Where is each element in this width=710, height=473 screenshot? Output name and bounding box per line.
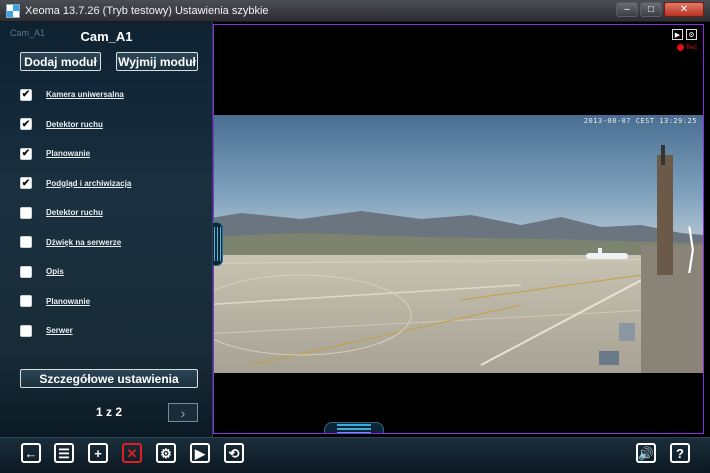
list-icon[interactable]: ☰ xyxy=(54,443,74,463)
video-controls: ▶ ⚙ xyxy=(672,29,697,40)
module-item[interactable]: Planowanie xyxy=(20,287,205,317)
panel-collapse-handle[interactable] xyxy=(213,222,223,266)
app-logo-icon xyxy=(6,3,20,18)
module-item[interactable]: Opis xyxy=(20,257,205,287)
module-item[interactable]: ✔ Planowanie xyxy=(20,139,205,169)
video-timestamp: 2013-08-07 CEST 13:29:25 xyxy=(583,117,697,125)
sound-icon[interactable]: 🔊 xyxy=(636,443,656,463)
camera-title: Cam_A1 xyxy=(80,29,133,44)
camera-image xyxy=(214,115,703,373)
add-module-button[interactable]: Dodaj moduł xyxy=(20,52,101,71)
module-label[interactable]: Dźwięk na serwerze xyxy=(46,238,121,247)
checkbox-checked[interactable]: ✔ xyxy=(20,177,32,190)
module-label[interactable]: Planowanie xyxy=(46,149,90,158)
back-icon[interactable]: ← xyxy=(21,443,41,463)
module-label[interactable]: Detektor ruchu xyxy=(46,208,103,217)
record-dot-icon xyxy=(677,44,685,51)
maximize-button[interactable]: □ xyxy=(640,2,662,17)
module-item[interactable]: Dźwięk na serwerze xyxy=(20,228,205,258)
checkbox-checked[interactable]: ✔ xyxy=(20,147,32,160)
window-title: Xeoma 13.7.26 (Tryb testowy) Ustawienia … xyxy=(25,4,269,17)
add-icon[interactable]: + xyxy=(88,443,108,463)
module-label[interactable]: Opis xyxy=(46,267,64,276)
page-indicator: 1 z 2 xyxy=(96,405,123,419)
help-icon[interactable]: ? xyxy=(670,443,690,463)
play-icon[interactable]: ▶ xyxy=(190,443,210,463)
module-label[interactable]: Serwer xyxy=(46,326,73,335)
minimize-button[interactable]: – xyxy=(616,2,638,17)
module-item[interactable]: Serwer xyxy=(20,316,205,346)
delete-icon[interactable]: ✕ xyxy=(122,443,142,463)
checkbox-checked[interactable]: ✔ xyxy=(20,88,32,101)
module-item[interactable]: ✔ Kamera uniwersalna xyxy=(20,80,205,110)
handle-line xyxy=(337,423,371,426)
handle-line xyxy=(217,227,218,261)
camera-preview[interactable]: 2013-08-07 CEST 13:29:25 ▶ ⚙ Rec ⟩ xyxy=(213,24,704,434)
detailed-settings-button[interactable]: Szczegółowe ustawienia xyxy=(20,369,198,388)
next-camera-arrow-icon[interactable]: ⟩ xyxy=(686,223,696,275)
quick-settings-panel: Cam_A1 Cam_A1 Dodaj moduł Wyjmij moduł ✔… xyxy=(0,22,213,437)
module-label[interactable]: Planowanie xyxy=(46,297,90,306)
checkbox-unchecked[interactable] xyxy=(20,236,32,249)
module-label[interactable]: Kamera uniwersalna xyxy=(46,90,124,99)
module-label[interactable]: Detektor ruchu xyxy=(46,120,103,129)
checkbox-unchecked[interactable] xyxy=(20,324,32,337)
close-button[interactable]: ✕ xyxy=(664,2,704,17)
window-controls: – □ ✕ xyxy=(616,2,704,17)
handle-line xyxy=(220,227,221,261)
module-list: ✔ Kamera uniwersalna ✔ Detektor ruchu ✔ … xyxy=(20,80,205,346)
bottom-toolbar: ← ☰ + ✕ ⚙ ▶ ⟲ 🔊 ? xyxy=(0,437,710,473)
window-titlebar: Xeoma 13.7.26 (Tryb testowy) Ustawienia … xyxy=(0,0,710,22)
checkbox-unchecked[interactable] xyxy=(20,295,32,308)
bottom-panel-handle[interactable] xyxy=(324,422,384,433)
module-item[interactable]: ✔ Detektor ruchu xyxy=(20,110,205,140)
settings-icon[interactable]: ⚙ xyxy=(686,29,697,40)
checkbox-unchecked[interactable] xyxy=(20,206,32,219)
recording-indicator: Rec xyxy=(677,44,697,51)
checkbox-checked[interactable]: ✔ xyxy=(20,118,32,131)
module-item[interactable]: ✔ Podgląd i archiwizacja xyxy=(20,169,205,199)
remove-module-button[interactable]: Wyjmij moduł xyxy=(116,52,198,71)
checkbox-unchecked[interactable] xyxy=(20,265,32,278)
handle-line xyxy=(337,427,371,430)
handle-line xyxy=(214,227,215,261)
main-area: 2013-08-07 CEST 13:29:25 ▶ ⚙ Rec ⟩ Cam_A… xyxy=(0,22,710,437)
rec-label: Rec xyxy=(686,44,697,51)
module-item[interactable]: Detektor ruchu xyxy=(20,198,205,228)
module-label[interactable]: Podgląd i archiwizacja xyxy=(46,179,131,188)
handle-line xyxy=(337,431,371,433)
settings-icon[interactable]: ⚙ xyxy=(156,443,176,463)
play-icon[interactable]: ▶ xyxy=(672,29,683,40)
next-page-button[interactable]: › xyxy=(168,403,198,422)
rotate-icon[interactable]: ⟲ xyxy=(224,443,244,463)
